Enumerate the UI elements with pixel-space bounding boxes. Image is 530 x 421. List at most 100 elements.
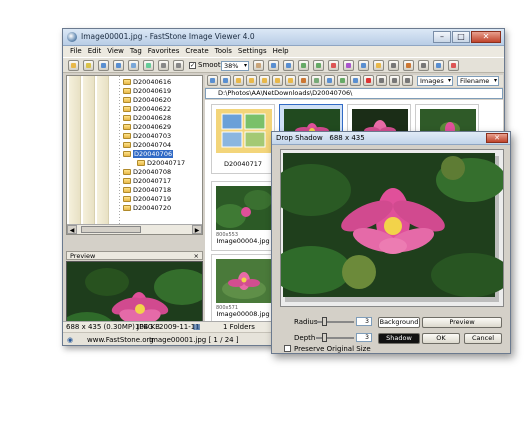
details-view-icon[interactable] (376, 75, 387, 86)
refresh-icon[interactable] (337, 75, 348, 86)
title-bar[interactable]: Image00001.jpg - FastStone Image Viewer … (63, 29, 504, 46)
delete-icon[interactable] (363, 75, 374, 86)
preview-panel-header: Preview × (66, 251, 203, 260)
menu-file[interactable]: File (67, 46, 85, 57)
settings-icon[interactable] (418, 60, 429, 71)
flip-icon[interactable] (283, 60, 294, 71)
radius-slider[interactable] (316, 317, 354, 326)
view-mode-select[interactable]: Images (417, 76, 453, 86)
paste-icon[interactable] (285, 75, 296, 86)
preview-button[interactable]: Preview (422, 317, 502, 328)
preview-panel-title: Preview (70, 252, 96, 260)
ok-button[interactable]: OK (422, 333, 460, 344)
compare-icon[interactable] (358, 60, 369, 71)
address-bar[interactable]: D:\Photos\AA\NetDownloads\D20040706\ (205, 88, 503, 99)
scroll-right-icon[interactable]: ▶ (192, 225, 202, 234)
close-preview-icon[interactable]: × (194, 252, 199, 260)
maximize-button[interactable]: □ (452, 31, 470, 43)
menu-edit[interactable]: Edit (85, 46, 105, 57)
color-icon[interactable] (328, 60, 339, 71)
zoom-out-icon[interactable] (173, 60, 184, 71)
scroll-left-icon[interactable]: ◀ (67, 225, 77, 234)
tree-folder[interactable]: D20040629 (123, 122, 171, 131)
depth-spinner[interactable]: 3 (356, 333, 372, 342)
menu-favorites[interactable]: Favorites (145, 46, 183, 57)
move-icon[interactable] (272, 75, 283, 86)
tree-folder[interactable]: D20040720 (123, 203, 171, 212)
close-button[interactable]: ✕ (471, 31, 501, 43)
depth-slider[interactable] (316, 333, 354, 342)
up-folder-icon[interactable] (233, 75, 244, 86)
list-view-icon[interactable] (402, 75, 413, 86)
tree-folder[interactable]: D20040719 (123, 194, 171, 203)
preserve-size-checkbox[interactable] (284, 345, 291, 352)
zoom-in-icon[interactable] (158, 60, 169, 71)
select-all-icon[interactable] (350, 75, 361, 86)
tag-icon[interactable] (298, 75, 309, 86)
tree-folder[interactable]: D20040619 (123, 86, 171, 95)
browser-toggle-icon[interactable]: ▦ (193, 322, 201, 331)
menu-tools[interactable]: Tools (212, 46, 235, 57)
browser-icon[interactable] (128, 60, 139, 71)
radius-slider-thumb[interactable] (322, 317, 327, 326)
back-icon[interactable] (98, 60, 109, 71)
menu-help[interactable]: Help (270, 46, 292, 57)
menu-view[interactable]: View (104, 46, 127, 57)
tree-folder[interactable]: D20040704 (123, 140, 171, 149)
sort-select[interactable]: Filename (457, 76, 499, 86)
thumbnail[interactable]: 800x571 Image00008.jpg (211, 254, 275, 324)
thumbnail-image (216, 259, 272, 303)
rename-icon[interactable] (311, 75, 322, 86)
dialog-close-button[interactable]: ✕ (486, 133, 508, 143)
tree-folder[interactable]: D20040703 (123, 131, 171, 140)
tree-folder[interactable]: D20040622 (123, 104, 171, 113)
background-color-button[interactable]: Background (378, 317, 420, 328)
tree-folder-selected[interactable]: D20040706 (123, 149, 174, 158)
tree-folder[interactable]: D20040718 (123, 185, 171, 194)
radius-spinner[interactable]: 3 (356, 317, 372, 326)
tree-folder[interactable]: D20040717 (137, 158, 185, 167)
menu-tag[interactable]: Tag (127, 46, 145, 57)
effects-icon[interactable] (343, 60, 354, 71)
fullscreen-icon[interactable] (143, 60, 154, 71)
copy-icon[interactable] (259, 75, 270, 86)
resize-icon[interactable] (313, 60, 324, 71)
exit-icon[interactable] (448, 60, 459, 71)
shadow-color-button[interactable]: Shadow (378, 333, 420, 344)
dialog-title-bar[interactable]: Drop Shadow 688 x 435 ✕ (272, 132, 510, 145)
tree-folder[interactable]: D20040717 (123, 176, 171, 185)
smooth-checkbox[interactable]: ✓ (189, 62, 196, 69)
email-icon[interactable] (373, 60, 384, 71)
minimize-button[interactable]: – (433, 31, 451, 43)
slideshow-icon[interactable] (403, 60, 414, 71)
folder-tree[interactable]: D20040616 D20040619 D20040620 D20040622 … (66, 75, 203, 235)
tree-folder[interactable]: D20040620 (123, 95, 171, 104)
website-link[interactable]: www.FastStone.org (87, 336, 154, 344)
open-folder-icon[interactable] (68, 60, 79, 71)
crop-icon[interactable] (298, 60, 309, 71)
scroll-thumb[interactable] (81, 226, 141, 233)
depth-slider-thumb[interactable] (322, 333, 327, 342)
properties-icon[interactable] (324, 75, 335, 86)
help-icon[interactable] (433, 60, 444, 71)
cancel-button[interactable]: Cancel (464, 333, 502, 344)
tree-folder[interactable]: D20040616 (123, 77, 171, 86)
tree-horizontal-scrollbar[interactable]: ◀ ▶ (67, 224, 202, 234)
thumbnail-folder[interactable]: D20040717 (211, 104, 275, 174)
rotate-icon[interactable] (268, 60, 279, 71)
tree-folder[interactable]: D20040708 (123, 167, 171, 176)
menu-create[interactable]: Create (182, 46, 211, 57)
print-icon[interactable] (388, 60, 399, 71)
thumbnail[interactable]: 800x553 Image00004.jpg (211, 181, 275, 251)
folder-icon (123, 123, 131, 130)
new-folder-icon[interactable] (246, 75, 257, 86)
forward-folder-icon[interactable] (220, 75, 231, 86)
favorites-icon[interactable] (83, 60, 94, 71)
thumbnail-view-icon[interactable] (389, 75, 400, 86)
zoom-select[interactable]: 38% (221, 61, 249, 71)
forward-icon[interactable] (113, 60, 124, 71)
back-folder-icon[interactable] (207, 75, 218, 86)
tree-folder[interactable]: D20040628 (123, 113, 171, 122)
pan-hand-icon[interactable] (253, 60, 264, 71)
menu-settings[interactable]: Settings (235, 46, 270, 57)
